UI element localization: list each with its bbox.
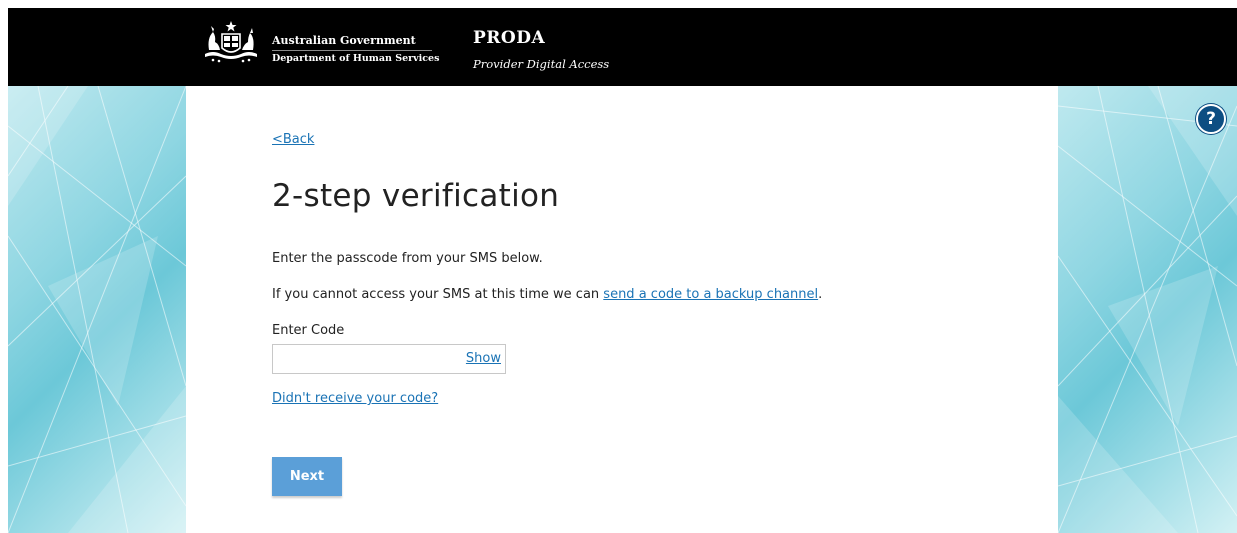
question-mark-icon[interactable]: ? <box>1196 104 1226 134</box>
header-bar: Australian Government Department of Huma… <box>8 8 1237 86</box>
code-field: Show <box>272 344 506 374</box>
page-title: 2-step verification <box>272 178 560 214</box>
government-branding: Australian Government Department of Huma… <box>272 34 440 65</box>
backup-prefix-text: If you cannot access your SMS at this ti… <box>272 287 604 302</box>
backup-channel-link[interactable]: send a code to a backup channel <box>603 287 818 302</box>
geometric-pattern-left <box>8 86 186 533</box>
back-link[interactable]: <Back <box>272 132 314 147</box>
commonwealth-coat-of-arms-icon <box>205 21 257 63</box>
decorative-background-left <box>8 86 186 533</box>
backup-suffix-text: . <box>818 287 823 302</box>
geometric-pattern-right <box>1058 86 1237 533</box>
department-name: Department of Human Services <box>272 53 440 64</box>
main-content: <Back 2-step verification Enter the pass… <box>186 86 1058 533</box>
page-frame: Australian Government Department of Huma… <box>8 8 1237 533</box>
instruction-text: Enter the passcode from your SMS below. <box>272 251 543 266</box>
show-code-toggle[interactable]: Show <box>466 351 501 366</box>
resend-code-link[interactable]: Didn't receive your code? <box>272 391 438 406</box>
decorative-background-right <box>1058 86 1237 533</box>
app-title: PRODA <box>473 28 546 48</box>
backup-channel-text: If you cannot access your SMS at this ti… <box>272 287 822 302</box>
code-input[interactable] <box>273 345 471 373</box>
app-subtitle: Provider Digital Access <box>473 57 610 71</box>
code-field-label: Enter Code <box>272 323 345 338</box>
government-name: Australian Government <box>272 34 432 51</box>
next-button[interactable]: Next <box>272 457 342 496</box>
